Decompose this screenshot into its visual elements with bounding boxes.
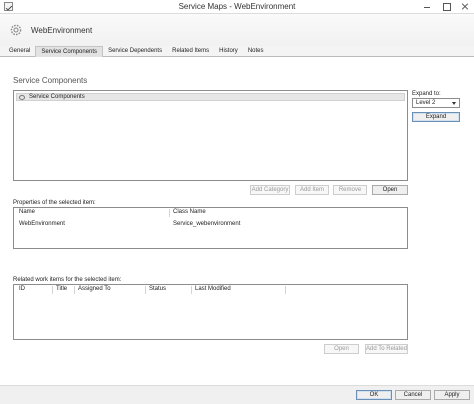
column-header-id[interactable]: ID xyxy=(16,286,53,294)
cell-class-name: Service_webenvironment xyxy=(173,221,241,227)
close-icon[interactable] xyxy=(460,1,470,11)
ok-button[interactable]: OK xyxy=(356,390,392,400)
open-work-item-button[interactable]: Open xyxy=(324,344,359,354)
tab-general[interactable]: General xyxy=(4,46,35,56)
form-header: WebEnvironment xyxy=(0,14,474,46)
expand-to-label: Expand to: xyxy=(412,91,441,97)
tree-node-label: Service Components xyxy=(29,94,85,100)
column-header-last-modified[interactable]: Last Modified xyxy=(192,286,286,294)
title-bar: Service Maps - WebEnvironment xyxy=(0,0,474,14)
service-components-tree[interactable]: Service Components xyxy=(13,90,408,181)
tab-content: Service Components Service Components Ex… xyxy=(0,57,474,385)
grid-header: Name Class Name xyxy=(14,208,407,217)
gear-icon xyxy=(19,95,25,100)
open-component-button[interactable]: Open xyxy=(372,185,408,195)
expand-button[interactable]: Expand xyxy=(412,112,460,122)
gear-icon xyxy=(10,24,22,36)
grid-header: ID Title Assigned To Status Last Modifie… xyxy=(14,285,407,294)
dialog-footer: OK Cancel Apply xyxy=(0,385,474,404)
add-item-button[interactable]: Add Item xyxy=(295,185,329,195)
tab-notes[interactable]: Notes xyxy=(243,46,269,56)
minimize-icon[interactable] xyxy=(422,1,432,11)
column-header-name[interactable]: Name xyxy=(16,209,170,217)
tab-history[interactable]: History xyxy=(214,46,243,56)
expand-level-select[interactable]: Level 2 xyxy=(412,98,460,108)
window-controls xyxy=(422,1,470,11)
chevron-down-icon xyxy=(452,102,456,105)
cell-name: WebEnvironment xyxy=(19,221,65,227)
tab-service-dependents[interactable]: Service Dependents xyxy=(103,46,167,56)
column-header-title[interactable]: Title xyxy=(53,286,75,294)
add-to-related-button[interactable]: Add To Related xyxy=(365,344,408,354)
cancel-button[interactable]: Cancel xyxy=(395,390,431,400)
related-work-items-label: Related work items for the selected item… xyxy=(13,277,122,283)
properties-grid[interactable]: Name Class Name WebEnvironment Service_w… xyxy=(13,207,408,249)
tab-strip: General Service Components Service Depen… xyxy=(0,46,474,57)
tab-related-items[interactable]: Related Items xyxy=(167,46,214,56)
expand-level-value: Level 2 xyxy=(416,100,436,106)
column-header-class-name[interactable]: Class Name xyxy=(170,209,250,217)
tab-service-components[interactable]: Service Components xyxy=(35,46,104,57)
maximize-icon[interactable] xyxy=(441,1,451,11)
properties-label: Properties of the selected item: xyxy=(13,200,96,206)
related-work-items-grid[interactable]: ID Title Assigned To Status Last Modifie… xyxy=(13,284,408,340)
form-title: WebEnvironment xyxy=(31,26,93,35)
remove-button[interactable]: Remove xyxy=(333,185,367,195)
column-header-status[interactable]: Status xyxy=(146,286,192,294)
tree-node[interactable]: Service Components xyxy=(16,93,405,101)
section-heading: Service Components xyxy=(13,76,88,85)
window-title: Service Maps - WebEnvironment xyxy=(178,2,296,11)
apply-button[interactable]: Apply xyxy=(434,390,470,400)
add-category-button[interactable]: Add Category xyxy=(250,185,290,195)
column-header-assigned-to[interactable]: Assigned To xyxy=(75,286,146,294)
